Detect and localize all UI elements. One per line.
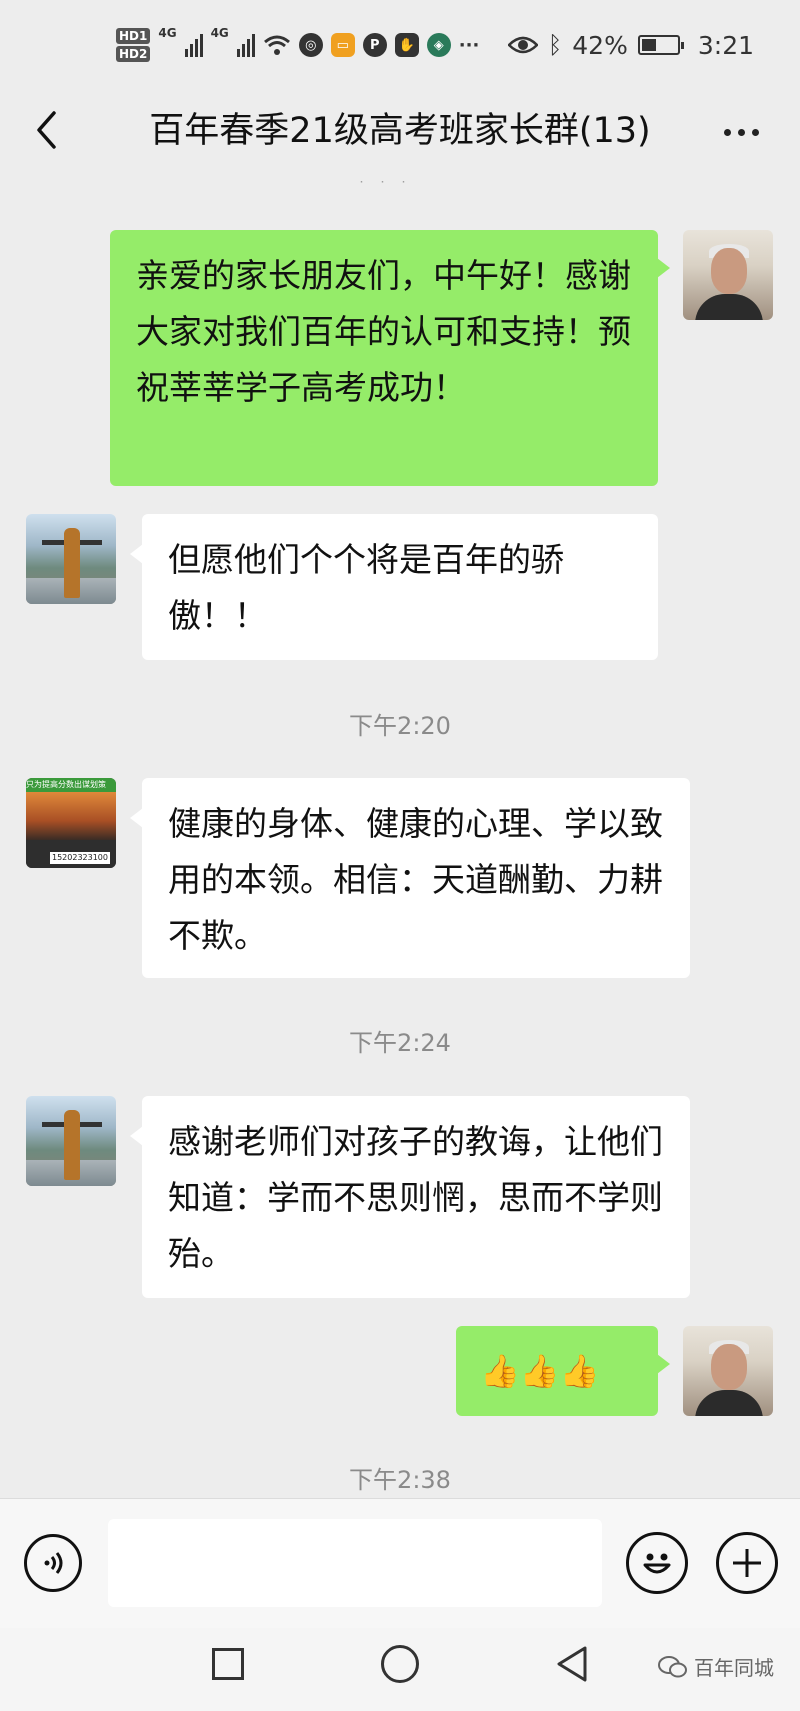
input-bar xyxy=(0,1498,800,1629)
avatar-ad[interactable]: 只为提高分数出谋划策 15202323100 xyxy=(26,778,116,868)
signal-icon xyxy=(184,33,203,57)
message-text: 感谢老师们对孩子的教诲，让他们知道：学而不思则惘，思而不学则殆。 xyxy=(168,1122,663,1273)
signal-icon-2 xyxy=(236,33,255,57)
status-right-icons: ᛒ 42% 3:21 xyxy=(507,28,754,62)
hand-icon: ✋ xyxy=(394,33,419,57)
avatar-mountain-woman[interactable] xyxy=(26,514,116,604)
net1-label: 4G xyxy=(158,26,177,40)
avatar-ad-phone: 15202323100 xyxy=(50,852,110,864)
clock-time: 3:21 xyxy=(697,30,754,60)
message-text: 健康的身体、健康的心理、学以致用的本领。相信：天道酬勤、力耕不欺。 xyxy=(168,804,663,955)
add-button[interactable] xyxy=(716,1532,778,1594)
message-input[interactable] xyxy=(108,1519,602,1607)
triangle-back-icon xyxy=(557,1646,587,1682)
chevron-left-icon xyxy=(37,111,56,149)
avatar-person xyxy=(64,528,80,598)
message-bubble-other[interactable]: 感谢老师们对孩子的教诲，让他们知道：学而不思则惘，思而不学则殆。 xyxy=(130,1096,690,1298)
chat-title: 百年春季21级高考班家长群(13) xyxy=(149,111,651,151)
timestamp: 下午2:24 xyxy=(349,1029,451,1057)
globe-icon: ◎ xyxy=(298,33,323,57)
battery-icon xyxy=(637,35,684,55)
wifi-icon xyxy=(263,35,290,55)
back-button[interactable] xyxy=(26,108,66,152)
scroll-hint-dots: ˙˙˙ xyxy=(358,180,421,196)
home-button[interactable] xyxy=(381,1645,419,1683)
message-bubble-other[interactable]: 但愿他们个个将是百年的骄傲！！ xyxy=(130,514,658,660)
message-bubble-own[interactable]: 👍👍👍 xyxy=(456,1326,670,1416)
avatar-body xyxy=(695,1390,763,1416)
more-dots-icon xyxy=(723,128,731,136)
battery-fill xyxy=(641,39,657,51)
avatar-body xyxy=(695,294,763,320)
hd1-label: HD1 xyxy=(116,28,151,44)
message-bubble-own[interactable]: 亲爱的家长朋友们，中午好！感谢大家对我们百年的认可和支持！预祝莘莘学子高考成功！ xyxy=(110,230,670,486)
avatar-face xyxy=(711,1344,747,1390)
eye-icon xyxy=(507,36,538,54)
recent-apps-button[interactable] xyxy=(212,1648,244,1680)
more-dot xyxy=(751,128,759,136)
wechat-icon xyxy=(658,1655,687,1677)
avatar-person xyxy=(64,1110,80,1180)
plus-icon xyxy=(733,1549,761,1577)
avatar-sunset xyxy=(26,792,116,840)
more-status-label: ··· xyxy=(458,34,480,56)
hd-indicators: HD1 HD2 xyxy=(116,28,151,62)
status-bar: HD1 HD2 4G 4G ◎ ▭ P ✋ ◈ ··· ᛒ 42% 3:21 xyxy=(0,0,800,90)
net2-label: 4G xyxy=(210,26,229,40)
voice-button[interactable] xyxy=(24,1534,82,1592)
smiley-icon xyxy=(643,1553,671,1574)
thumbs-up-icon: 👍👍👍 xyxy=(480,1352,600,1390)
message-text: 亲爱的家长朋友们，中午好！感谢大家对我们百年的认可和支持！预祝莘莘学子高考成功！ xyxy=(136,256,631,407)
timestamp: 下午2:20 xyxy=(349,712,451,740)
nav-back-button[interactable] xyxy=(555,1644,589,1688)
avatar-face xyxy=(711,248,747,294)
chat-header: 百年春季21级高考班家长群(13) xyxy=(0,90,800,170)
timestamp: 下午2:38 xyxy=(349,1466,451,1494)
watermark: 百年同城 xyxy=(658,1652,774,1681)
status-left-icons: HD1 HD2 4G 4G ◎ ▭ P ✋ ◈ ··· xyxy=(116,20,479,70)
more-dot xyxy=(737,128,745,136)
emoji-button[interactable] xyxy=(626,1532,688,1594)
avatar-mountain-woman[interactable] xyxy=(26,1096,116,1186)
app-cup-icon: ▭ xyxy=(330,33,355,57)
message-text: 但愿他们个个将是百年的骄傲！！ xyxy=(168,540,564,635)
system-nav-bar: 百年同城 xyxy=(0,1628,800,1711)
parking-p-icon: P xyxy=(362,33,387,57)
voice-icon xyxy=(44,1552,63,1574)
avatar-ad-banner: 只为提高分数出谋划策 xyxy=(26,778,116,792)
avatar-teacher[interactable] xyxy=(683,1326,773,1416)
hd2-label: HD2 xyxy=(116,46,151,62)
battery-percent: 42% xyxy=(572,30,628,60)
more-options-button[interactable] xyxy=(716,112,766,152)
avatar-teacher[interactable] xyxy=(683,230,773,320)
browser-icon: ◈ xyxy=(426,33,451,57)
message-bubble-other[interactable]: 健康的身体、健康的心理、学以致用的本领。相信：天道酬勤、力耕不欺。 xyxy=(130,778,690,978)
watermark-text: 百年同城 xyxy=(694,1656,774,1680)
bluetooth-icon: ᛒ xyxy=(547,31,563,59)
